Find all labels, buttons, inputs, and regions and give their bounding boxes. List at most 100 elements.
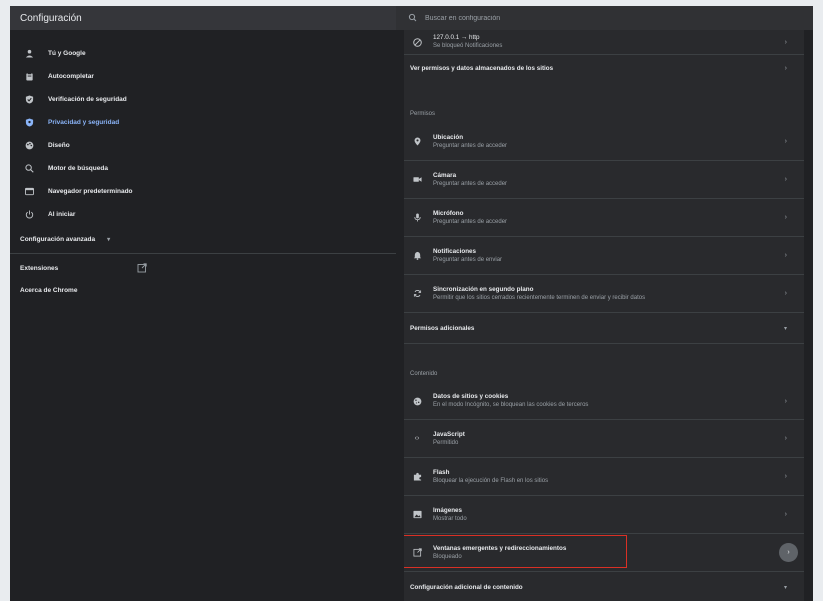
search-bar[interactable] [396,6,813,30]
row-subtitle: Preguntar antes de acceder [433,180,508,187]
row-title: Imágenes [433,506,463,514]
row-title: Datos de sitios y cookies [433,393,509,400]
row-subtitle: Bloquear la ejecución de Flash en los si… [433,477,549,484]
content-row-javascript[interactable]: ‹› JavaScript Permitido › [404,419,804,457]
about-chrome-label: Acerca de Chrome [20,286,78,294]
shield-icon [24,118,34,128]
sidebar-item-motor-busqueda[interactable]: Motor de búsqueda [10,157,396,180]
sidebar-item-label: Tú y Google [48,50,86,57]
sidebar-item-label: Al iniciar [48,211,76,218]
bell-icon [410,249,424,263]
settings-panel: 127.0.0.1 → http Se bloqueó Notificacion… [404,30,804,601]
blocked-site-icon [410,35,424,49]
clipboard-icon [24,72,34,82]
row-title: Sincronización en segundo plano [433,285,534,293]
row-title: Notificaciones [433,247,477,255]
location-icon [410,135,424,149]
row-subtitle: Preguntar antes de enviar [433,256,503,263]
advanced-settings-toggle[interactable]: Configuración avanzada ▾ [10,228,396,250]
permissions-header: Permisos [410,111,436,117]
content-row-ventanas-emergentes[interactable]: Ventanas emergentes y redireccionamiento… [404,533,804,571]
about-chrome-link[interactable]: Acerca de Chrome [10,279,396,301]
main-content: 127.0.0.1 → http Se bloqueó Notificacion… [396,30,813,601]
chevron-right-icon: › [784,252,787,259]
sidebar-item-label: Diseño [48,142,70,149]
sidebar-item-label: Autocompletar [48,73,94,80]
open-in-new-icon [137,263,147,273]
additional-permissions-row[interactable]: Permisos adicionales ▾ [404,312,804,343]
chevron-down-icon: ▾ [783,584,787,591]
extensions-link[interactable]: Extensiones [10,257,396,279]
sidebar-item-label: Navegador predeterminado [48,188,133,195]
sidebar-nav: Tú y Google Autocompletar Verificación d… [10,42,396,226]
code-icon: ‹› [414,435,420,442]
sidebar-item-tu-y-google[interactable]: Tú y Google [10,42,396,65]
row-subtitle: Permitir que los sitios cerrados recient… [433,294,646,301]
image-icon [410,508,424,522]
additional-content-row[interactable]: Configuración adicional de contenido ▾ [404,571,804,601]
sidebar-item-al-iniciar[interactable]: Al iniciar [10,203,396,226]
row-title: Flash [433,468,450,476]
search-input[interactable] [421,14,769,22]
row-text: Flash Bloquear la ejecución de Flash en … [433,468,804,486]
row-text: 127.0.0.1 → http Se bloqueó Notificacion… [433,33,804,51]
chevron-right-icon: › [784,138,787,145]
puzzle-icon [410,470,424,484]
row-text: Datos de sitios y cookies En el modo Inc… [433,392,804,410]
permission-row-ubicacion[interactable]: Ubicación Preguntar antes de acceder › [404,123,804,160]
row-text: Notificaciones Preguntar antes de enviar [433,247,804,265]
sidebar-item-label: Privacidad y seguridad [48,119,120,126]
sidebar-item-verificacion[interactable]: Verificación de seguridad [10,88,396,111]
row-text: Imágenes Mostrar todo [433,506,804,524]
browser-icon [24,187,34,197]
row-text: Cámara Preguntar antes de acceder [433,171,804,189]
row-text: Micrófono Preguntar antes de acceder [433,209,804,227]
content-row-cookies[interactable]: Datos de sitios y cookies En el modo Inc… [404,383,804,419]
content-header: Contenido [404,343,804,383]
site-row[interactable]: 127.0.0.1 → http Se bloqueó Notificacion… [404,30,804,54]
sidebar-item-navegador[interactable]: Navegador predeterminado [10,180,396,203]
camera-icon [410,173,424,187]
row-subtitle: Preguntar antes de acceder [433,142,508,149]
cookie-icon [410,394,424,408]
row-title: Ubicación [433,133,464,141]
row-title: Ver permisos y datos almacenados de los … [410,64,554,72]
content-row-imagenes[interactable]: Imágenes Mostrar todo › [404,495,804,533]
search-icon [24,164,34,174]
view-permissions-row[interactable]: Ver permisos y datos almacenados de los … [404,54,804,81]
row-text: Ubicación Preguntar antes de acceder [433,133,804,151]
permission-row-sincronizacion[interactable]: Sincronización en segundo plano Permitir… [404,274,804,312]
shield-check-icon [24,95,34,105]
row-title: Micrófono [433,209,464,217]
sidebar-item-privacidad[interactable]: Privacidad y seguridad [10,111,396,134]
chevron-right-icon: › [784,435,787,442]
chevron-right-icon: › [784,214,787,221]
power-icon [24,210,34,220]
chevron-right-icon[interactable]: › [779,543,798,562]
sidebar-item-diseno[interactable]: Diseño [10,134,396,157]
header-bar: Configuración [10,6,396,30]
row-title: Configuración adicional de contenido [410,583,523,591]
row-text: JavaScript Permitido [433,430,804,448]
advanced-settings-label: Configuración avanzada [20,235,96,243]
settings-window: Configuración Tú y Google Autocompletar … [10,6,813,601]
chevron-right-icon: › [784,290,787,297]
chevron-right-icon: › [784,397,787,405]
content-row-flash[interactable]: Flash Bloquear la ejecución de Flash en … [404,457,804,495]
row-text: Sincronización en segundo plano Permitir… [433,285,804,303]
chevron-right-icon: › [784,511,787,518]
sync-icon [410,287,424,301]
highlight-box [404,535,627,568]
sidebar-item-autocompletar[interactable]: Autocompletar [10,65,396,88]
permission-row-microfono[interactable]: Micrófono Preguntar antes de acceder › [404,198,804,236]
page-title: Configuración [20,12,82,24]
row-subtitle: Se bloqueó Notificaciones [433,43,503,49]
chevron-right-icon: › [784,38,787,46]
permission-row-camara[interactable]: Cámara Preguntar antes de acceder › [404,160,804,198]
palette-icon [24,141,34,151]
row-subtitle: Mostrar todo [433,515,467,522]
permission-row-notificaciones[interactable]: Notificaciones Preguntar antes de enviar… [404,236,804,274]
chevron-down-icon: ▾ [107,236,111,243]
microphone-icon [410,211,424,225]
sidebar-item-label: Motor de búsqueda [48,165,108,172]
